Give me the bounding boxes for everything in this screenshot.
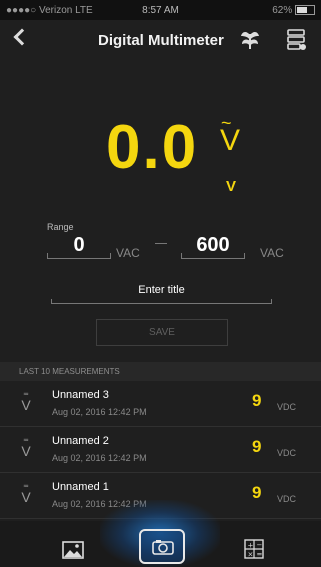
- dc-voltage-icon: ≂ V: [21, 391, 31, 413]
- battery-indicator: 62%: [272, 5, 315, 16]
- measurement-unit: VDC: [277, 494, 297, 504]
- range-min-input[interactable]: 0: [47, 234, 111, 259]
- reading-value: 0.0: [106, 113, 199, 182]
- unit-symbol[interactable]: V: [220, 124, 240, 158]
- measurement-unit: VDC: [277, 448, 297, 458]
- unit-label: V: [226, 178, 237, 195]
- measurement-value: 9: [252, 391, 262, 410]
- measurement-name: Unnamed 2: [52, 435, 109, 447]
- dc-voltage-icon: ≂ V: [21, 483, 31, 505]
- measurement-unit: VDC: [277, 402, 297, 412]
- measurement-value: 9: [252, 437, 262, 456]
- leaf-icon[interactable]: [239, 28, 261, 55]
- range-separator: [155, 243, 167, 244]
- back-icon[interactable]: [13, 28, 31, 46]
- list-icon[interactable]: [287, 29, 307, 56]
- battery-icon: [295, 5, 315, 16]
- title-input[interactable]: Enter title: [51, 284, 272, 304]
- dc-voltage-icon: ≂ V: [21, 437, 31, 459]
- svg-text:+: +: [248, 542, 254, 550]
- measurement-date: Aug 02, 2016 12:42 PM: [52, 407, 147, 417]
- measurement-name: Unnamed 3: [52, 389, 109, 401]
- range-max-input[interactable]: 600: [181, 234, 245, 259]
- camera-icon: [152, 540, 174, 555]
- measurement-value: 9: [252, 483, 262, 502]
- measurement-row[interactable]: ≂ V Unnamed 2 Aug 02, 2016 12:42 PM 9 VDC: [0, 427, 321, 473]
- measurement-row[interactable]: ≂ V Unnamed 3 Aug 02, 2016 12:42 PM 9 VDC: [0, 381, 321, 427]
- svg-text:×: ×: [248, 551, 254, 559]
- measurements-header: LAST 10 MEASUREMENTS: [0, 362, 321, 381]
- calculator-icon[interactable]: + − × =: [244, 539, 264, 564]
- status-bar: ●●●●○ Verizon LTE 8:57 AM 62%: [0, 0, 321, 20]
- measurement-name: Unnamed 1: [52, 481, 109, 493]
- navigation-bar: Digital Multimeter: [0, 20, 321, 62]
- svg-text:−: −: [257, 541, 263, 549]
- battery-percent: 62%: [272, 5, 293, 16]
- page-title: Digital Multimeter: [98, 32, 224, 49]
- camera-button[interactable]: [139, 529, 185, 564]
- image-gallery-icon[interactable]: [62, 541, 84, 564]
- save-button[interactable]: SAVE: [96, 319, 228, 346]
- range-label: Range: [47, 222, 74, 232]
- measurement-date: Aug 02, 2016 12:42 PM: [52, 453, 147, 463]
- svg-text:=: =: [257, 551, 263, 559]
- range-max-unit: VAC: [260, 246, 284, 260]
- range-min-unit: VAC: [116, 246, 140, 260]
